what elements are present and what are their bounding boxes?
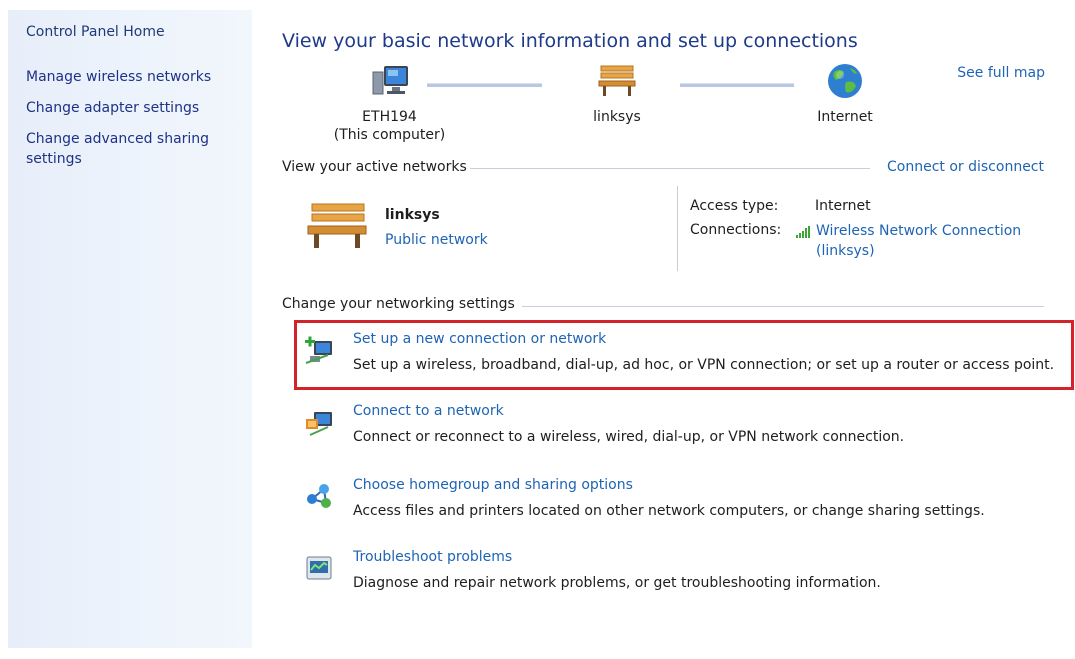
- map-connection-line-2: [680, 83, 794, 87]
- task-connect-network[interactable]: Connect to a network Connect or reconnec…: [290, 403, 1050, 455]
- task-new-connection[interactable]: Set up a new connection or network Set u…: [290, 331, 1054, 383]
- homegroup-icon: [307, 484, 331, 508]
- task-link-new-connection[interactable]: Set up a new connection or network: [353, 331, 606, 347]
- active-networks-heading: View your active networks: [282, 159, 467, 175]
- bench-icon-large: [307, 203, 367, 248]
- task-desc-new-connection: Set up a wireless, broadband, dial-up, a…: [353, 357, 1055, 373]
- task-link-troubleshoot[interactable]: Troubleshoot problems: [353, 549, 512, 565]
- task-desc-troubleshoot: Diagnose and repair network problems, or…: [353, 575, 881, 591]
- page-title: View your basic network information and …: [282, 30, 858, 52]
- active-network-name: linksys: [385, 207, 440, 223]
- connection-name: Wireless Network Connection: [816, 223, 1022, 239]
- new-connection-icon: [305, 336, 332, 364]
- main-content: View your basic network information and …: [252, 0, 1075, 659]
- control-panel-home-link[interactable]: Control Panel Home: [26, 22, 165, 42]
- task-desc-homegroup: Access files and printers located on oth…: [353, 503, 985, 519]
- bench-icon: [598, 65, 636, 96]
- access-type-label: Access type:: [690, 198, 779, 214]
- vertical-divider: [677, 186, 678, 271]
- internet-node-label: Internet: [817, 109, 873, 125]
- network-node-label: linksys: [593, 109, 641, 125]
- task-link-connect-network[interactable]: Connect to a network: [353, 403, 504, 419]
- wireless-connection-link[interactable]: Wireless Network Connection (linksys): [816, 221, 1021, 261]
- troubleshoot-icon: [306, 556, 332, 580]
- networking-settings-heading: Change your networking settings: [282, 296, 515, 312]
- section-divider: [470, 168, 870, 169]
- connect-or-disconnect-link[interactable]: Connect or disconnect: [887, 159, 1044, 175]
- task-troubleshoot[interactable]: Troubleshoot problems Diagnose and repai…: [290, 549, 1050, 601]
- wireless-signal-icon: [796, 226, 810, 238]
- computer-name: ETH194: [362, 109, 417, 125]
- sidebar-item-advanced-sharing[interactable]: Change advanced sharing settings: [26, 129, 226, 169]
- computer-node-label: ETH194 (This computer): [332, 108, 447, 144]
- connection-ssid: (linksys): [816, 243, 875, 259]
- sidebar-item-adapter-settings[interactable]: Change adapter settings: [26, 98, 199, 118]
- section-divider-2: [522, 306, 1044, 307]
- network-category-link[interactable]: Public network: [385, 232, 488, 248]
- sidebar: Control Panel Home Manage wireless netwo…: [8, 10, 252, 648]
- task-homegroup[interactable]: Choose homegroup and sharing options Acc…: [290, 477, 1050, 529]
- task-desc-connect-network: Connect or reconnect to a wireless, wire…: [353, 429, 905, 445]
- connect-network-icon: [306, 412, 332, 436]
- access-type-value: Internet: [815, 198, 871, 214]
- task-link-homegroup[interactable]: Choose homegroup and sharing options: [353, 477, 633, 493]
- sidebar-item-manage-wireless[interactable]: Manage wireless networks: [26, 67, 211, 87]
- computer-caption: (This computer): [333, 127, 446, 143]
- globe-icon: [828, 64, 862, 98]
- connections-label: Connections:: [690, 222, 782, 238]
- computer-icon: [372, 66, 408, 95]
- see-full-map-link[interactable]: See full map: [957, 65, 1045, 81]
- map-connection-line: [427, 83, 542, 87]
